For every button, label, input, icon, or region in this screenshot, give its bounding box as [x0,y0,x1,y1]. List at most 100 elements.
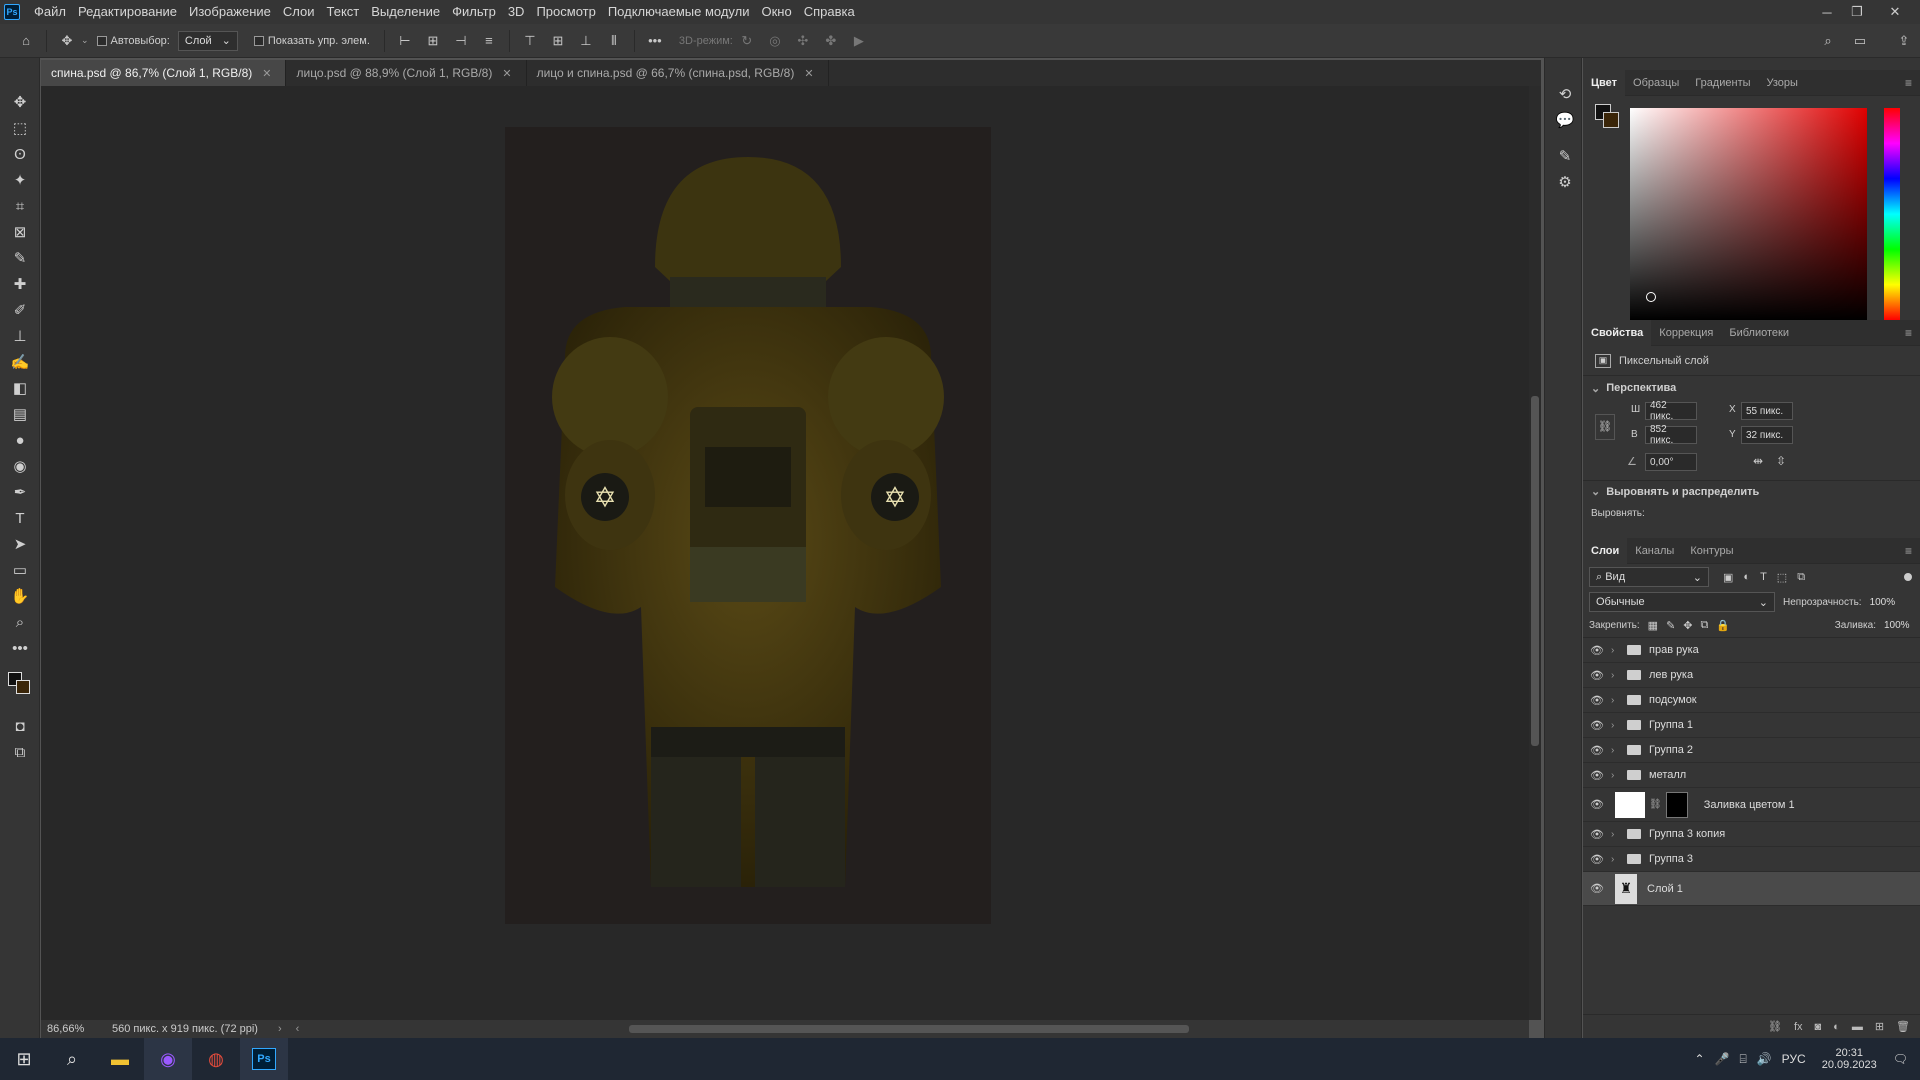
menu-help[interactable]: Справка [798,0,861,24]
color-swatches[interactable] [6,664,33,710]
more-options-icon[interactable]: ••• [645,31,665,51]
opacity-field[interactable]: 100% [1866,593,1900,611]
chrome-icon[interactable]: ◍ [192,1038,240,1080]
lock-transparent-icon[interactable]: ▦ [1648,619,1658,632]
3d-orbit-icon[interactable]: ↻ [737,31,757,51]
search-icon[interactable]: ⌕ [1818,31,1838,51]
layer-row-group[interactable]: 👁 › Группа 3 [1583,847,1920,872]
chevron-right-icon[interactable]: › [1611,745,1623,756]
menu-file[interactable]: Файл [28,0,72,24]
windows-start-icon[interactable]: ⊞ [0,1038,48,1080]
tab-color[interactable]: Цвет [1583,69,1626,96]
filter-adjustment-icon[interactable]: ◐ [1743,571,1750,583]
3d-camera-icon[interactable]: ▶ [849,31,869,51]
zoom-level[interactable]: 86,66% [47,1023,102,1035]
chevron-right-icon[interactable]: › [1611,829,1623,840]
menu-edit[interactable]: Редактирование [72,0,183,24]
link-icon[interactable]: ⛓ [1595,414,1615,440]
lock-position-icon[interactable]: ✥ [1683,619,1692,632]
search-icon[interactable]: ⌕ [48,1038,96,1080]
pen-tool-icon[interactable]: ✒ [6,480,34,504]
menu-layers[interactable]: Слои [277,0,321,24]
panel-menu-icon[interactable]: ≡ [1905,76,1912,90]
panel-menu-icon[interactable]: ≡ [1905,544,1912,558]
link-layers-icon[interactable]: ⛓ [1768,1020,1782,1033]
align-hcenter-icon[interactable]: ⊞ [423,31,443,51]
more-tools-icon[interactable]: ••• [6,636,34,660]
chevron-right-icon[interactable]: › [1611,670,1623,681]
filter-shape-icon[interactable]: ⬚ [1777,571,1787,584]
layer-row-group[interactable]: 👁 › металл [1583,763,1920,788]
distribute-vertical-icon[interactable]: ≡ [479,31,499,51]
distribute-horizontal-icon[interactable]: ⦀ [604,31,624,51]
canvas-vertical-scrollbar[interactable] [1529,86,1541,1020]
align-vcenter-icon[interactable]: ⊞ [548,31,568,51]
trash-icon[interactable]: 🗑 [1896,1020,1910,1033]
visibility-eye-icon[interactable]: 👁 [1583,828,1611,841]
y-field[interactable]: 32 пикс. [1741,426,1793,444]
frame-tool-icon[interactable]: ⊠ [6,220,34,244]
notifications-icon[interactable]: 🗨 [1893,1052,1908,1066]
align-top-icon[interactable]: ⊤ [520,31,540,51]
tab-libraries[interactable]: Библиотеки [1721,320,1797,346]
layer-row-group[interactable]: 👁 › прав рука [1583,638,1920,663]
marquee-tool-icon[interactable]: ⬚ [6,116,34,140]
document-canvas[interactable]: ✡ ✡ [505,127,991,924]
visibility-eye-icon[interactable]: 👁 [1583,644,1611,657]
lasso-tool-icon[interactable]: ʘ [6,142,34,166]
horizontal-scroll-thumb[interactable] [629,1025,1190,1033]
saturation-value-field[interactable] [1630,108,1867,320]
chevron-up-icon[interactable]: ⌃ [1695,1052,1705,1066]
brush-settings-icon[interactable]: ✎ [1551,144,1579,168]
volume-icon[interactable]: 🔊 [1757,1052,1772,1066]
minimize-icon[interactable]: ─ [1812,0,1842,24]
history-icon[interactable]: ⟲ [1551,82,1579,106]
network-icon[interactable]: ⌸ [1740,1052,1747,1067]
blur-tool-icon[interactable]: ● [6,428,34,452]
type-tool-icon[interactable]: T [6,506,34,530]
fill-field[interactable]: 100% [1880,617,1914,635]
magic-wand-tool-icon[interactable]: ✦ [6,168,34,192]
close-tab-icon[interactable]: ✕ [502,67,511,80]
gradient-tool-icon[interactable]: ▤ [6,402,34,426]
3d-roll-icon[interactable]: ◎ [765,31,785,51]
visibility-eye-icon[interactable]: 👁 [1583,798,1611,811]
hand-tool-icon[interactable]: ✋ [6,584,34,608]
screen-mode-icon[interactable]: ⧉ [6,740,34,764]
eyedropper-tool-icon[interactable]: ✎ [6,246,34,270]
zoom-tool-icon[interactable]: ⌕ [6,610,34,634]
width-field[interactable]: 462 пикс. [1645,400,1697,422]
angle-field[interactable]: 0,00° [1645,453,1697,471]
color-picker-cursor[interactable] [1646,292,1656,302]
workspace-icon[interactable]: ▭ [1850,31,1870,51]
restore-icon[interactable]: ❐ [1842,0,1872,24]
clock[interactable]: 20:31 20.09.2023 [1822,1047,1877,1071]
microphone-icon[interactable]: 🎤 [1715,1052,1730,1066]
layer-row-group[interactable]: 👁 › подсумок [1583,688,1920,713]
dodge-tool-icon[interactable]: ◉ [6,454,34,478]
filter-type-icon[interactable]: T [1760,571,1767,583]
tab-back-psd[interactable]: спина.psd @ 86,7% (Слой 1, RGB/8) ✕ [41,60,287,86]
layer-row-group[interactable]: 👁 › Группа 3 копия [1583,822,1920,847]
align-bottom-icon[interactable]: ⊥ [576,31,596,51]
photoshop-logo-icon[interactable]: Ps [4,4,20,20]
language-indicator[interactable]: РУС [1782,1052,1806,1066]
x-field[interactable]: 55 пикс. [1741,402,1793,420]
eraser-tool-icon[interactable]: ◧ [6,376,34,400]
new-layer-icon[interactable]: ⊞ [1875,1020,1884,1033]
visibility-eye-icon[interactable]: 👁 [1583,769,1611,782]
height-field[interactable]: 852 пикс. [1645,424,1697,446]
tab-properties[interactable]: Свойства [1583,319,1652,346]
align-section-header[interactable]: ⌄ Выровнять и распределить [1583,480,1920,502]
align-left-icon[interactable]: ⊢ [395,31,415,51]
tab-face-psd[interactable]: лицо.psd @ 88,9% (Слой 1, RGB/8) ✕ [286,60,527,86]
chevron-right-icon[interactable]: › [1611,695,1623,706]
flip-horizontal-icon[interactable]: ⇹ [1753,454,1763,468]
menu-select[interactable]: Выделение [365,0,446,24]
home-icon[interactable]: ⌂ [16,31,36,51]
tab-channels[interactable]: Каналы [1627,538,1682,564]
photoshop-taskbar-icon[interactable]: Ps [240,1038,288,1080]
lock-pixels-icon[interactable]: ✎ [1666,619,1675,632]
lock-artboard-icon[interactable]: ⧉ [1701,619,1709,632]
history-brush-tool-icon[interactable]: ✍ [6,350,34,374]
